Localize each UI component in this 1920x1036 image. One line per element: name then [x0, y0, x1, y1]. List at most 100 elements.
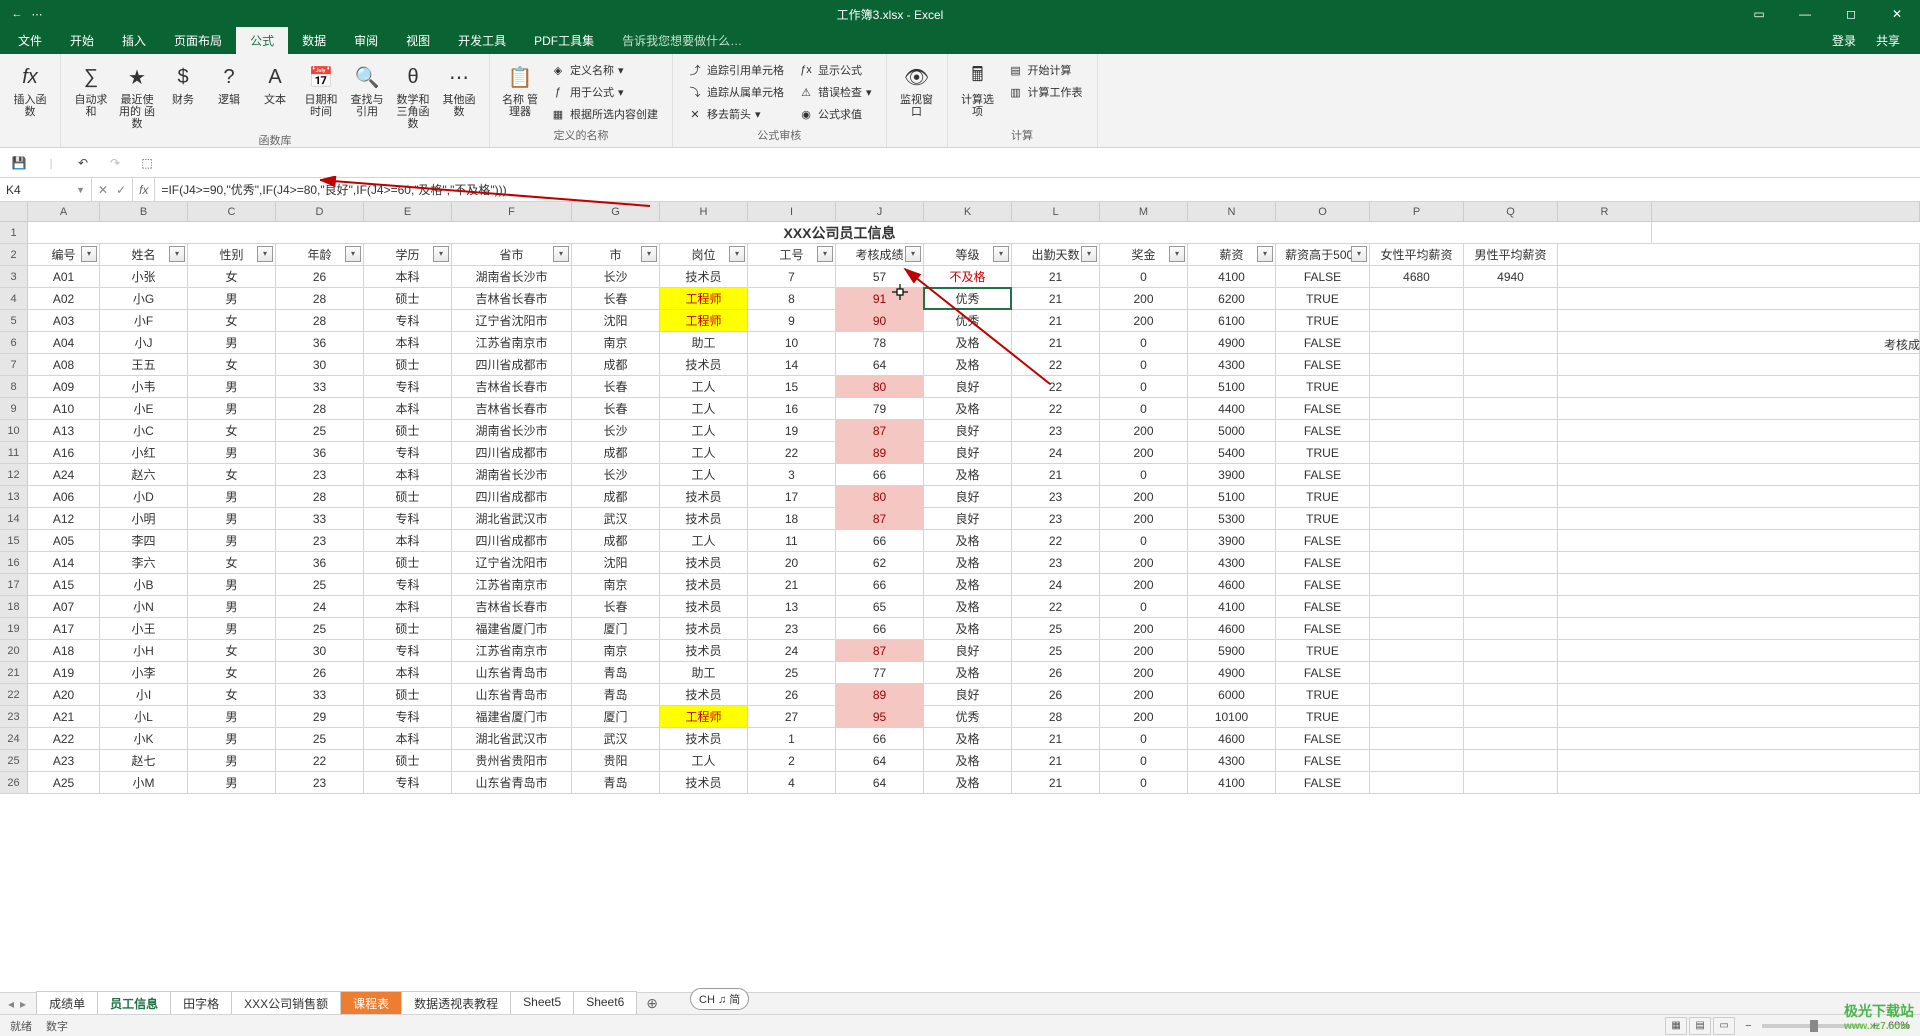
cell[interactable]: 湖南省长沙市 — [452, 266, 572, 287]
cell[interactable]: A05 — [28, 530, 100, 551]
cell[interactable]: 5300 — [1188, 508, 1276, 529]
row-header[interactable]: 15 — [0, 530, 28, 551]
cell[interactable]: 男 — [188, 442, 276, 463]
cell[interactable]: 6200 — [1188, 288, 1276, 309]
cell[interactable]: 21 — [1012, 310, 1100, 331]
cell[interactable]: 21 — [1012, 728, 1100, 749]
cell[interactable]: 及格 — [924, 596, 1012, 617]
cell[interactable]: 及格 — [924, 552, 1012, 573]
cell[interactable]: 工人 — [660, 420, 748, 441]
ribbon-tab[interactable]: 开始 — [56, 27, 108, 54]
cell[interactable]: 及格 — [924, 354, 1012, 375]
column-header[interactable]: R — [1558, 202, 1652, 221]
watch-window-button[interactable]: 👁 监视窗口 — [895, 58, 939, 120]
cell[interactable]: 200 — [1100, 684, 1188, 705]
cell[interactable]: 200 — [1100, 574, 1188, 595]
trace-dependents-button[interactable]: ⤵追踪从属单元格 — [683, 82, 788, 102]
row-header[interactable]: 24 — [0, 728, 28, 749]
cell[interactable]: 小G — [100, 288, 188, 309]
row-header[interactable]: 19 — [0, 618, 28, 639]
cell[interactable]: 长春 — [572, 596, 660, 617]
cell[interactable]: 小红 — [100, 442, 188, 463]
auto-sum-button[interactable]: ∑自动求和 — [69, 58, 113, 120]
row-header[interactable]: 26 — [0, 772, 28, 793]
row-header[interactable]: 14 — [0, 508, 28, 529]
close-icon[interactable]: ✕ — [1874, 0, 1920, 28]
cell[interactable]: 24 — [748, 640, 836, 661]
cell[interactable]: 武汉 — [572, 508, 660, 529]
cell[interactable]: 23 — [276, 530, 364, 551]
cell[interactable]: A20 — [28, 684, 100, 705]
column-header[interactable]: C — [188, 202, 276, 221]
cell[interactable]: 33 — [276, 684, 364, 705]
cell[interactable]: 0 — [1100, 332, 1188, 353]
cell[interactable]: 赵六 — [100, 464, 188, 485]
cell[interactable]: A09 — [28, 376, 100, 397]
cell[interactable]: 长沙 — [572, 420, 660, 441]
column-header[interactable]: D — [276, 202, 364, 221]
cell[interactable]: 成都 — [572, 442, 660, 463]
cell[interactable]: 技术员 — [660, 574, 748, 595]
cell[interactable]: TRUE — [1276, 684, 1370, 705]
calculate-sheet-button[interactable]: ▥计算工作表 — [1004, 82, 1087, 102]
cell[interactable]: 0 — [1100, 772, 1188, 793]
sheet-tab[interactable]: 成绩单 — [36, 991, 98, 1017]
cell[interactable]: 22 — [748, 442, 836, 463]
row-header[interactable]: 2 — [0, 244, 28, 265]
cell[interactable]: 23 — [276, 464, 364, 485]
cell[interactable]: 辽宁省沈阳市 — [452, 552, 572, 573]
cell[interactable]: 24 — [1012, 574, 1100, 595]
cell[interactable]: 18 — [748, 508, 836, 529]
cell[interactable]: 0 — [1100, 266, 1188, 287]
cell[interactable]: 工人 — [660, 530, 748, 551]
cell[interactable]: 0 — [1100, 530, 1188, 551]
cell[interactable]: 工人 — [660, 442, 748, 463]
row-header[interactable]: 23 — [0, 706, 28, 727]
cell[interactable]: 87 — [836, 640, 924, 661]
cell[interactable]: TRUE — [1276, 640, 1370, 661]
cell[interactable]: A04 — [28, 332, 100, 353]
cell[interactable]: 80 — [836, 486, 924, 507]
cell[interactable]: 技术员 — [660, 486, 748, 507]
cell[interactable]: 南京 — [572, 640, 660, 661]
sheet-tab[interactable]: 田字格 — [170, 991, 232, 1017]
cell[interactable]: 24 — [1012, 442, 1100, 463]
cell[interactable]: 小F — [100, 310, 188, 331]
cell[interactable]: FALSE — [1276, 662, 1370, 683]
row-header[interactable]: 16 — [0, 552, 28, 573]
column-filter-header[interactable]: 岗位▾ — [660, 244, 748, 265]
cell[interactable]: 29 — [276, 706, 364, 727]
cell[interactable]: 6000 — [1188, 684, 1276, 705]
cell[interactable]: 200 — [1100, 486, 1188, 507]
row-header[interactable]: 17 — [0, 574, 28, 595]
column-filter-header[interactable]: 薪资▾ — [1188, 244, 1276, 265]
cell[interactable]: 吉林省长春市 — [452, 596, 572, 617]
cell[interactable]: 男 — [188, 596, 276, 617]
cell[interactable]: 助工 — [660, 332, 748, 353]
ribbon-tab[interactable]: 审阅 — [340, 27, 392, 54]
filter-button[interactable]: ▾ — [817, 246, 833, 262]
column-header[interactable]: H — [660, 202, 748, 221]
column-filter-header[interactable]: 奖金▾ — [1100, 244, 1188, 265]
cell[interactable]: 成都 — [572, 354, 660, 375]
cell[interactable]: 66 — [836, 728, 924, 749]
cell[interactable]: 男 — [188, 618, 276, 639]
cell[interactable]: 硕士 — [364, 354, 452, 375]
sheet-tab[interactable]: 课程表 — [340, 991, 402, 1017]
cell[interactable]: FALSE — [1276, 596, 1370, 617]
cell[interactable]: 36 — [276, 552, 364, 573]
cell[interactable]: 28 — [276, 398, 364, 419]
cell[interactable]: 5100 — [1188, 376, 1276, 397]
cell[interactable]: 优秀 — [924, 706, 1012, 727]
cell[interactable]: 33 — [276, 376, 364, 397]
ribbon-tab[interactable]: 数据 — [288, 27, 340, 54]
column-filter-header[interactable]: 考核成绩▾ — [836, 244, 924, 265]
cell[interactable]: A23 — [28, 750, 100, 771]
use-in-formula-button[interactable]: ƒ用于公式 ▾ — [546, 82, 662, 102]
formula-input[interactable]: =IF(J4>=90,"优秀",IF(J4>=80,"良好",IF(J4>=60… — [155, 178, 1920, 201]
cell[interactable]: A12 — [28, 508, 100, 529]
cell[interactable]: 贵州省贵阳市 — [452, 750, 572, 771]
cell[interactable]: 36 — [276, 332, 364, 353]
fx-icon[interactable]: fx — [133, 178, 155, 201]
cell[interactable]: 厦门 — [572, 618, 660, 639]
